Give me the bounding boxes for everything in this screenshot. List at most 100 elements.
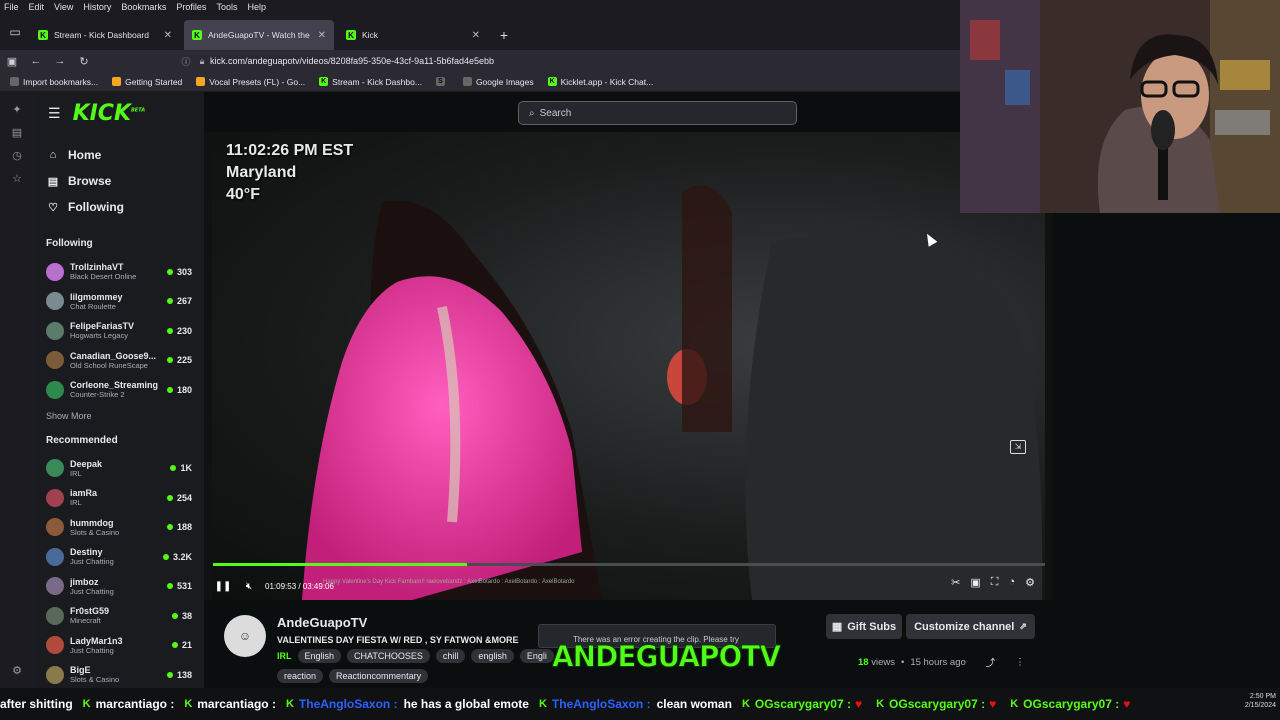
nav-home[interactable]: ⌂ Home: [46, 142, 204, 168]
channel-list-item[interactable]: Deepak IRL 1K: [34, 454, 204, 484]
tag-pill[interactable]: Reactioncommentary: [329, 669, 429, 683]
channel-name: Canadian_Goose9...: [70, 350, 157, 361]
close-tab-icon[interactable]: ✕: [164, 30, 172, 41]
channel-category: Slots & Casino: [70, 527, 120, 537]
channel-list-item[interactable]: Corleone_Streaming Counter-Strike 2 180: [34, 375, 204, 405]
tag-pill[interactable]: English: [297, 649, 342, 663]
info-icon[interactable]: ⓘ: [178, 55, 194, 68]
channel-list-item[interactable]: TrollzinhaVT Black Desert Online 303: [34, 257, 204, 287]
gift-subs-button[interactable]: ▦ Gift Subs: [826, 614, 902, 639]
viewer-count: 1K: [170, 463, 204, 473]
category-link[interactable]: IRL: [277, 649, 292, 663]
chat-username: OGscarygary07 :: [889, 697, 986, 711]
mute-icon[interactable]: 🔇︎: [239, 581, 259, 592]
channel-list-item[interactable]: Canadian_Goose9... Old School RuneScape 22…: [34, 346, 204, 376]
menu-edit[interactable]: Edit: [29, 2, 45, 12]
star-icon[interactable]: ☆: [12, 172, 22, 185]
pause-icon[interactable]: ❚❚: [213, 581, 233, 592]
bookmark-google-images[interactable]: Google Images: [462, 77, 534, 87]
speed-icon[interactable]: ◔: [1008, 576, 1015, 589]
more-options-icon[interactable]: ⋮: [1015, 657, 1025, 668]
menu-profiles[interactable]: Profiles: [176, 2, 206, 12]
menu-help[interactable]: Help: [247, 2, 266, 12]
nav-browse[interactable]: ▤ Browse: [46, 168, 204, 194]
close-tab-icon[interactable]: ✕: [318, 30, 326, 41]
pip-icon[interactable]: ▣: [970, 576, 980, 589]
bookmark-s[interactable]: S: [435, 77, 449, 86]
close-tab-icon[interactable]: ✕: [472, 30, 480, 41]
menu-file[interactable]: File: [4, 2, 19, 12]
history-icon[interactable]: ◷: [12, 149, 22, 162]
globe-icon: [462, 77, 472, 86]
settings-icon[interactable]: ⚙: [1025, 576, 1035, 589]
share-icon[interactable]: ⤴: [986, 655, 996, 669]
browser-side-strip: ✦ ▤ ◷ ☆: [0, 92, 34, 688]
progress-bar[interactable]: [213, 563, 1045, 566]
tag-pill[interactable]: reaction: [277, 669, 324, 683]
s-logo-icon: S: [435, 77, 445, 86]
sidebar-toggle-icon[interactable]: ▣: [0, 55, 24, 68]
channel-list-item[interactable]: iamRa IRL 254: [34, 483, 204, 513]
clip-icon[interactable]: ✂: [951, 576, 960, 589]
channel-list-item[interactable]: FelipeFariasTV Hogwarts Legacy 230: [34, 316, 204, 346]
bookmark-vocal-presets[interactable]: Vocal Presets (FL) - Go...: [196, 77, 305, 87]
bookmark-import[interactable]: Import bookmarks...: [10, 77, 98, 87]
kick-sidebar: ☰ KICKBETA ⌂ Home ▤ Browse ♡ Following Foll…: [34, 92, 204, 688]
bookmark-stream-dashboard[interactable]: K Stream - Kick Dashbo...: [319, 77, 422, 87]
main-nav: ⌂ Home ▤ Browse ♡ Following: [34, 134, 204, 220]
forward-icon[interactable]: →: [48, 55, 72, 67]
channel-list-item[interactable]: Fr0stG59 Minecraft 38: [34, 601, 204, 631]
tab-andeguapotv[interactable]: K AndeGuapoTV - Watch the ✕: [184, 20, 334, 50]
channel-list-item[interactable]: LadyMar1n3 Just Chatting 21: [34, 631, 204, 661]
fullscreen-icon[interactable]: ⛶: [991, 576, 999, 589]
bookmark-kicklet[interactable]: K Kicklet.app - Kick Chat...: [547, 77, 653, 87]
channel-name[interactable]: AndeGuapoTV: [277, 615, 367, 630]
tag-pill[interactable]: Engli: [519, 649, 554, 663]
video-player[interactable]: 11:02:26 PM EST Maryland 40°F ⇲ ❚❚ 🔇︎ 01…: [204, 132, 1053, 600]
tab-overview-icon[interactable]: ▭: [0, 14, 30, 50]
search-input[interactable]: ⌕ Search: [518, 101, 797, 125]
bookmarks-icon[interactable]: ▤: [12, 126, 22, 139]
theater-mode-icon[interactable]: ⇲: [1010, 440, 1026, 454]
channel-avatar[interactable]: ☺: [224, 615, 266, 657]
live-dot-icon: [166, 357, 173, 364]
menu-bookmarks[interactable]: Bookmarks: [121, 2, 166, 12]
extension-icon[interactable]: ✦: [12, 103, 21, 116]
tag-pill[interactable]: chill: [435, 649, 466, 663]
menu-icon[interactable]: ☰: [48, 105, 61, 122]
viewer-count: 225: [166, 355, 204, 365]
bookmark-getting-started[interactable]: Getting Started: [112, 77, 182, 87]
url-bar[interactable]: ⓘ 🔒︎ kick.com/andeguapotv/videos/8208fa9…: [178, 52, 960, 70]
settings-gear-icon[interactable]: ⚙: [0, 664, 34, 677]
viewer-count: 303: [166, 267, 204, 277]
show-more-link[interactable]: Show More: [34, 411, 204, 421]
tag-pill[interactable]: english: [471, 649, 514, 663]
external-link-icon: ⇗: [1019, 621, 1027, 631]
channel-category: Black Desert Online: [70, 272, 137, 282]
back-icon[interactable]: ←: [24, 55, 48, 67]
video-frame[interactable]: 11:02:26 PM EST Maryland 40°F: [212, 132, 1045, 600]
webcam-overlay: [960, 0, 1280, 213]
tab-stream-dashboard[interactable]: K Stream - Kick Dashboard ✕: [30, 20, 180, 50]
bookmarks-bar: Import bookmarks... Getting Started Voca…: [0, 72, 960, 92]
channel-list-item[interactable]: lilgmommey Chat Roulette 267: [34, 287, 204, 317]
nav-following[interactable]: ♡ Following: [46, 194, 204, 220]
channel-list-item[interactable]: BigE Slots & Casino 138: [34, 660, 204, 690]
tag-pill[interactable]: CHATCHOOSES: [347, 649, 430, 663]
viewer-count: 188: [166, 522, 204, 532]
chat-message: he has a global emote: [403, 697, 529, 711]
channel-name: lilgmommey: [70, 291, 123, 302]
new-tab-button[interactable]: +: [492, 20, 516, 50]
menu-view[interactable]: View: [54, 2, 73, 12]
channel-list-item[interactable]: Destiny Just Chatting 3.2K: [34, 542, 204, 572]
live-dot-icon: [170, 465, 177, 472]
channel-list-item[interactable]: hummdog Slots & Casino 188: [34, 513, 204, 543]
reload-icon[interactable]: ↻: [72, 55, 96, 68]
menu-history[interactable]: History: [83, 2, 111, 12]
menu-tools[interactable]: Tools: [216, 2, 237, 12]
stream-overlay-info: 11:02:26 PM EST Maryland 40°F: [226, 142, 354, 203]
tab-kick[interactable]: K Kick ✕: [338, 20, 488, 50]
kick-logo[interactable]: KICKBETA: [73, 101, 146, 126]
customize-channel-button[interactable]: Customize channel ⇗: [906, 614, 1035, 639]
channel-list-item[interactable]: jimboz Just Chatting 531: [34, 572, 204, 602]
